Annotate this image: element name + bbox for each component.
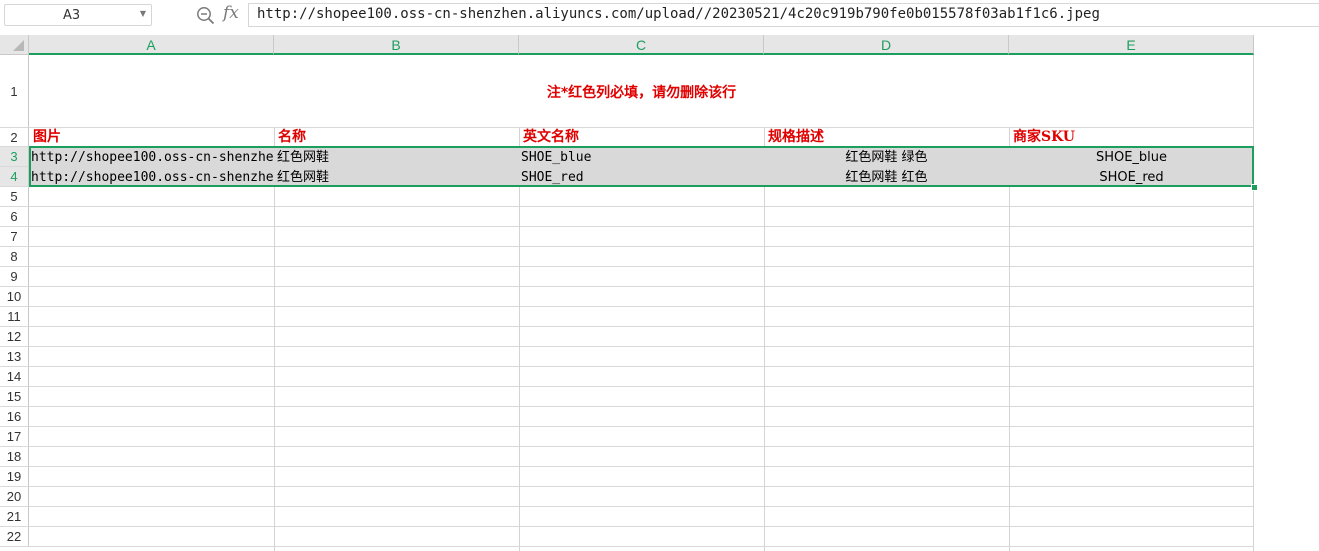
header-cell-spec[interactable]: 规格描述 [764, 128, 1009, 147]
required-note[interactable]: 注*红色列必填，请勿删除该行 [29, 55, 1254, 128]
column-gridline [1009, 128, 1010, 551]
chevron-down-icon[interactable]: ▼ [140, 9, 146, 18]
row-header-8[interactable]: 8 [0, 247, 29, 267]
row-header-14[interactable]: 14 [0, 367, 29, 387]
cell-c4[interactable]: SHOE_red [519, 168, 764, 187]
column-header-e[interactable]: E [1009, 35, 1254, 55]
row-gridline [29, 506, 1254, 507]
row-gridline [29, 226, 1254, 227]
zoom-out-icon[interactable] [196, 6, 215, 25]
row-gridline [29, 446, 1254, 447]
column-gridline [764, 128, 765, 551]
cell-a4[interactable]: http://shopee100.oss-cn-shenzhen.aliyunc… [29, 168, 274, 187]
row-gridline [29, 246, 1254, 247]
cell-e3[interactable]: SHOE_blue [1009, 148, 1254, 167]
row-header-17[interactable]: 17 [0, 427, 29, 447]
row-gridline [29, 346, 1254, 347]
row-header-15[interactable]: 15 [0, 387, 29, 407]
row-gridline [29, 366, 1254, 367]
row-gridline [29, 286, 1254, 287]
row-header-11[interactable]: 11 [0, 307, 29, 327]
row-gridline [29, 426, 1254, 427]
row-gridline [29, 266, 1254, 267]
column-header-a[interactable]: A [29, 35, 274, 55]
row-gridline [29, 326, 1254, 327]
row-header-22[interactable]: 22 [0, 527, 29, 547]
row-gridline [29, 546, 1254, 547]
row-header-6[interactable]: 6 [0, 207, 29, 227]
row-header-10[interactable]: 10 [0, 287, 29, 307]
header-cell-sku[interactable]: 商家SKU [1009, 128, 1254, 147]
row-gridline [29, 206, 1254, 207]
row-gridline [29, 386, 1254, 387]
row-gridline [29, 526, 1254, 527]
column-header-b[interactable]: B [274, 35, 519, 55]
row-header-9[interactable]: 9 [0, 267, 29, 287]
column-gridline [519, 128, 520, 551]
row-gridline [29, 306, 1254, 307]
cell-d4[interactable]: 红色网鞋 红色 [764, 168, 1009, 187]
row-header-2[interactable]: 2 [0, 128, 29, 147]
row-header-3[interactable]: 3 [0, 147, 29, 167]
select-all-corner[interactable] [0, 35, 29, 55]
formula-bar: A3 ▼ fx http://shopee100.oss-cn-shenzhen… [0, 0, 1319, 31]
function-icon[interactable]: fx [223, 3, 239, 23]
row-header-20[interactable]: 20 [0, 487, 29, 507]
name-box-value: A3 [63, 8, 81, 23]
row-gridline [29, 486, 1254, 487]
row-gridline [29, 406, 1254, 407]
cell-b3[interactable]: 红色网鞋 [274, 148, 519, 167]
header-cell-english-name[interactable]: 英文名称 [519, 128, 764, 147]
column-gridline [274, 128, 275, 551]
column-header-c[interactable]: C [519, 35, 764, 55]
row-header-21[interactable]: 21 [0, 507, 29, 527]
cell-c3[interactable]: SHOE_blue [519, 148, 764, 167]
spreadsheet-grid[interactable]: A B C D E 1 2 3 4 5 6 7 8 9 10 11 12 13 14 15 16 17 18 19 2… [0, 35, 1319, 551]
select-all-triangle-icon [13, 40, 24, 51]
row-header-1[interactable]: 1 [0, 55, 29, 128]
row-gridline [29, 466, 1254, 467]
cell-b4[interactable]: 红色网鞋 [274, 168, 519, 187]
row-header-4[interactable]: 4 [0, 167, 29, 187]
header-cell-name[interactable]: 名称 [274, 128, 519, 147]
column-header-d[interactable]: D [764, 35, 1009, 55]
row-header-7[interactable]: 7 [0, 227, 29, 247]
cell-e4[interactable]: SHOE_red [1009, 168, 1254, 187]
row-header-13[interactable]: 13 [0, 347, 29, 367]
cell-a3[interactable]: http://shopee100.oss-cn-shenzhen.aliyunc… [29, 148, 274, 167]
row-header-16[interactable]: 16 [0, 407, 29, 427]
column-header-blank [1254, 35, 1319, 55]
row-header-12[interactable]: 12 [0, 327, 29, 347]
formula-input[interactable]: http://shopee100.oss-cn-shenzhen.aliyunc… [248, 3, 1319, 27]
row-header-18[interactable]: 18 [0, 447, 29, 467]
cell-d3[interactable]: 红色网鞋 绿色 [764, 148, 1009, 167]
name-box[interactable]: A3 ▼ [4, 4, 152, 26]
row-header-5[interactable]: 5 [0, 187, 29, 207]
row-header-19[interactable]: 19 [0, 467, 29, 487]
header-cell-image[interactable]: 图片 [29, 128, 274, 147]
fill-handle[interactable] [1251, 184, 1258, 191]
